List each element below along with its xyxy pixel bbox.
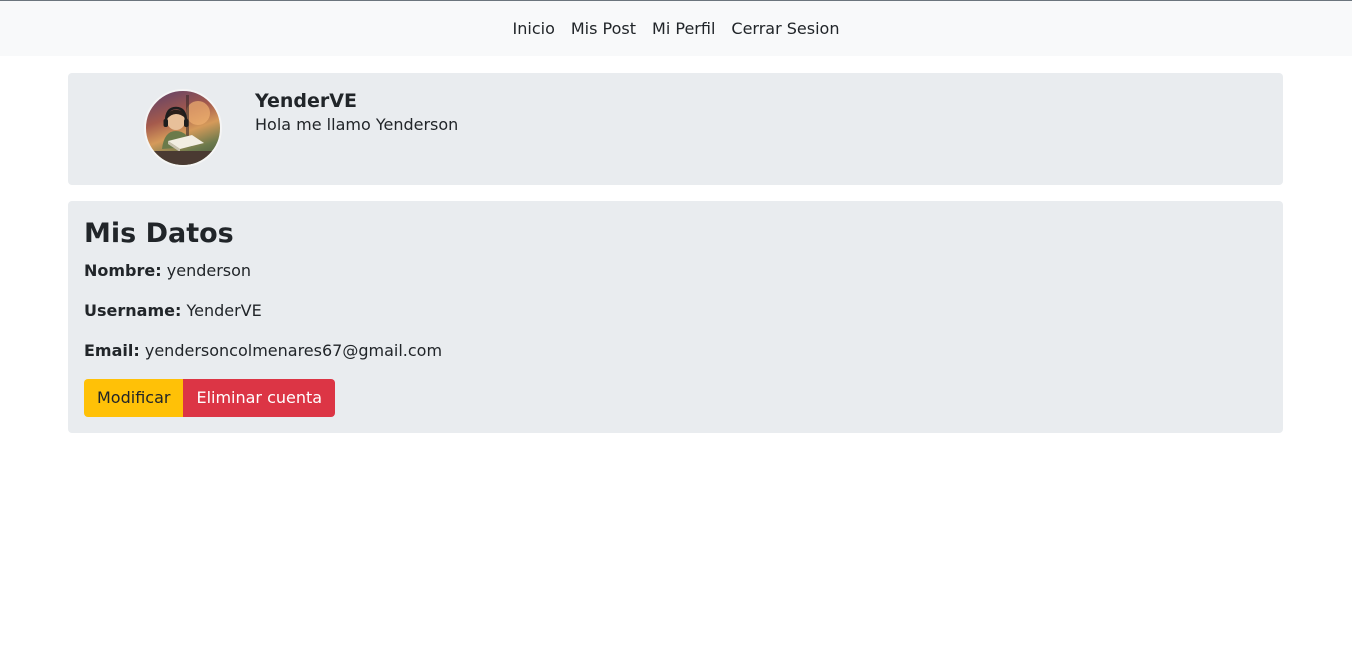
field-nombre: Nombre: yenderson [84, 261, 251, 281]
field-username: Username: YenderVE [84, 301, 262, 321]
user-avatar-illustration-icon [146, 95, 220, 165]
profile-card: YenderVE Hola me llamo Yenderson [68, 73, 1283, 185]
section-title: Mis Datos [84, 218, 234, 249]
my-data-card: Mis Datos Nombre: yenderson Username: Ye… [68, 201, 1283, 433]
field-label: Email: [84, 341, 140, 360]
top-navbar: Inicio Mis Post Mi Perfil Cerrar Sesion [0, 0, 1352, 56]
modify-button[interactable]: Modificar [84, 379, 184, 417]
nav-links: Inicio Mis Post Mi Perfil Cerrar Sesion [0, 1, 1352, 57]
profile-username: YenderVE [255, 90, 357, 112]
profile-bio: Hola me llamo Yenderson [255, 115, 459, 134]
nav-link-inicio[interactable]: Inicio [505, 1, 563, 57]
field-label: Nombre: [84, 261, 162, 280]
nav-link-mi-perfil[interactable]: Mi Perfil [644, 1, 723, 57]
delete-account-button[interactable]: Eliminar cuenta [183, 379, 336, 417]
action-buttons: Modificar Eliminar cuenta [84, 379, 336, 417]
field-value: yendersoncolmenares67@gmail.com [144, 341, 443, 360]
nav-link-mis-post[interactable]: Mis Post [563, 1, 644, 57]
field-value: YenderVE [186, 301, 262, 320]
avatar [144, 89, 222, 167]
field-value: yenderson [166, 261, 252, 280]
nav-link-cerrar-sesion[interactable]: Cerrar Sesion [723, 1, 847, 57]
field-label: Username: [84, 301, 182, 320]
field-email: Email: yendersoncolmenares67@gmail.com [84, 341, 442, 361]
